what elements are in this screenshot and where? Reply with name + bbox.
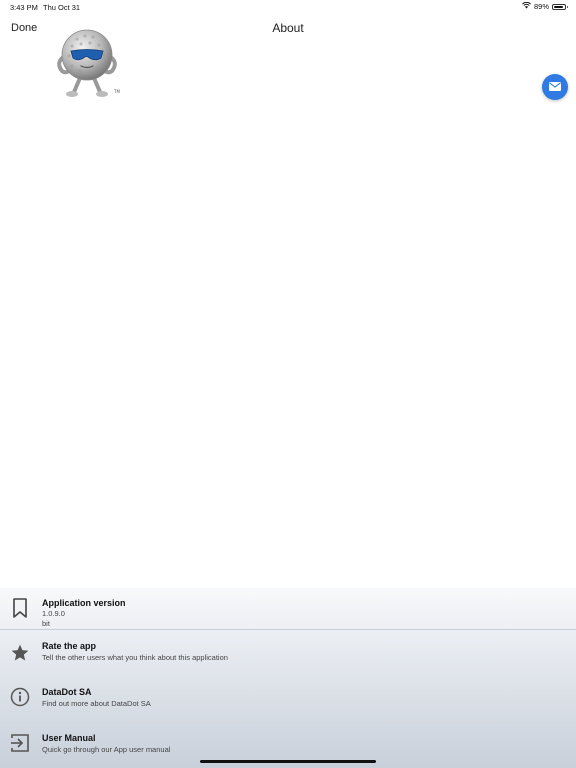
wifi-icon	[522, 1, 531, 11]
company-subtitle: Find out more about DataDot SA	[42, 699, 151, 708]
company-title: DataDot SA	[42, 687, 92, 697]
status-right: 89%	[522, 1, 568, 11]
svg-text:TM: TM	[113, 89, 120, 94]
version-value: 1.0.9.0	[42, 609, 65, 618]
manual-subtitle: Quick go through our App user manual	[42, 745, 171, 754]
bookmark-icon	[9, 597, 31, 619]
battery-percent: 89%	[533, 2, 549, 11]
home-indicator[interactable]	[200, 760, 376, 763]
rate-title: Rate the app	[42, 641, 97, 651]
star-icon	[9, 642, 31, 664]
list-item-rate[interactable]: Rate the app Tell the other users what y…	[0, 630, 576, 676]
exit-arrow-icon	[9, 732, 31, 754]
rate-subtitle: Tell the other users what you think abou…	[42, 653, 228, 662]
golf-ball-mascot-image: TM	[52, 26, 122, 98]
status-bar: 3:43 PM Thu Oct 31 89%	[0, 0, 576, 14]
version-extra: bit	[42, 619, 50, 628]
list-item-company[interactable]: DataDot SA Find out more about DataDot S…	[0, 676, 576, 722]
info-icon	[9, 686, 31, 708]
status-time: 3:43 PM	[10, 3, 38, 12]
list-item-version[interactable]: Application version 1.0.9.0 bit	[0, 588, 576, 630]
manual-title: User Manual	[42, 733, 96, 743]
about-screen: 3:43 PM Thu Oct 31 89% Done About TM App…	[0, 0, 576, 768]
status-date: Thu Oct 31	[43, 3, 81, 12]
info-list: Application version 1.0.9.0 bit Rate the…	[0, 588, 576, 768]
battery-icon	[552, 3, 568, 10]
mail-button[interactable]	[542, 74, 568, 100]
mail-icon	[549, 78, 561, 96]
battery-fill	[554, 5, 563, 8]
version-title: Application version	[42, 598, 126, 608]
